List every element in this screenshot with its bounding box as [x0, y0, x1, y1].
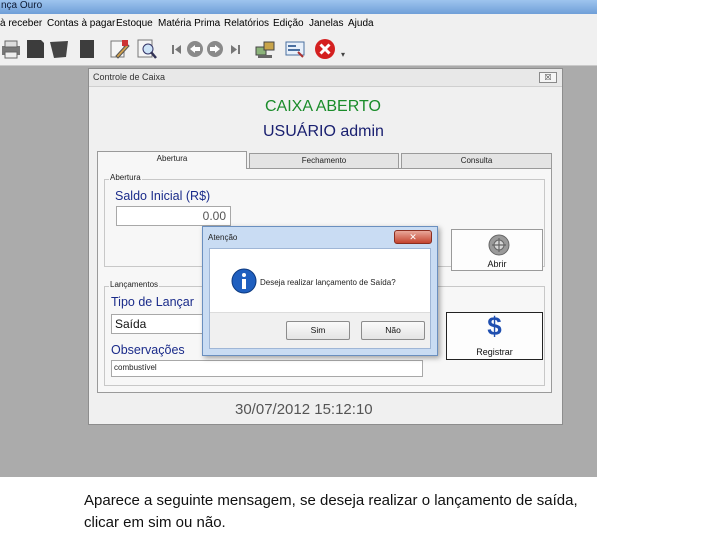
group-lancamentos-label: Lançamentos [109, 280, 160, 289]
observacoes-label: Observações [111, 343, 185, 357]
dialog-footer: Sim Não [210, 312, 430, 348]
edit-pencil-icon[interactable] [108, 38, 130, 60]
nao-button[interactable]: Não [361, 321, 425, 340]
saldo-inicial-label: Saldo Inicial (R$) [115, 189, 211, 203]
tipo-lancamento-value: Saída [115, 317, 147, 331]
toolbar: ▾ [0, 34, 597, 66]
menu-bar: à receber Contas à pagar Estoque Matéria… [0, 14, 597, 34]
window-titlebar: Controle de Caixa ☒ [89, 69, 562, 87]
abrir-label: Abrir [487, 259, 507, 269]
observacoes-value: combustível [114, 363, 157, 372]
tab-consulta[interactable]: Consulta [401, 153, 552, 169]
atencao-dialog: Atenção ✕ Deseja realizar lançamento de … [202, 226, 438, 356]
tab-strip: Abertura Fechamento Consulta [97, 151, 552, 169]
search-document-icon[interactable] [136, 38, 158, 60]
toolbar-overflow-icon[interactable]: ▾ [341, 50, 345, 59]
sim-button[interactable]: Sim [286, 321, 350, 340]
menu-janelas[interactable]: Janelas [309, 18, 343, 29]
caption-text: Aparece a seguinte mensagem, se deseja r… [84, 492, 578, 531]
app-title: nça Ouro [1, 0, 43, 11]
window-close-button[interactable]: ☒ [539, 72, 557, 83]
printer-icon[interactable] [0, 38, 22, 60]
menu-estoque[interactable]: Estoque [116, 18, 153, 29]
app-titlebar: nça Ouro [0, 0, 597, 14]
abrir-button[interactable]: Abrir [451, 229, 543, 271]
tipo-lancamento-label: Tipo de Lançar [111, 295, 194, 309]
window-title: Controle de Caixa [93, 72, 166, 82]
menu-contas-pagar[interactable]: Contas à pagar [47, 18, 115, 29]
menu-edicao[interactable]: Edição [273, 18, 304, 29]
app-screen: nça Ouro à receber Contas à pagar Estoqu… [0, 0, 597, 477]
nav-last-icon[interactable] [224, 38, 246, 60]
nav-next-icon[interactable] [204, 38, 226, 60]
close-red-icon[interactable] [314, 38, 336, 60]
computers-icon[interactable] [254, 38, 276, 60]
book-icon[interactable] [76, 38, 98, 60]
saldo-inicial-value: 0.00 [202, 209, 226, 223]
group-abertura-label: Abertura [109, 173, 142, 182]
caixa-user: USUÁRIO admin [263, 123, 384, 140]
tab-abertura[interactable]: Abertura [97, 151, 247, 169]
observacoes-input[interactable]: combustível [111, 360, 423, 377]
form-icon[interactable] [284, 38, 306, 60]
tipo-lancamento-select[interactable]: Saída [111, 314, 211, 334]
menu-ajuda[interactable]: Ajuda [348, 18, 374, 29]
safe-icon [488, 234, 510, 256]
dialog-body: Deseja realizar lançamento de Saída? Sim… [209, 248, 431, 349]
dollar-icon: $ [487, 311, 502, 341]
caixa-status: CAIXA ABERTO [265, 98, 381, 115]
dialog-message: Deseja realizar lançamento de Saída? [260, 278, 396, 287]
registrar-button[interactable]: $ Registrar [446, 311, 543, 360]
info-icon [231, 268, 257, 294]
registrar-label: Registrar [476, 347, 513, 357]
dialog-close-button[interactable]: ✕ [394, 230, 432, 244]
menu-materia-prima[interactable]: Matéria Prima [158, 18, 220, 29]
menu-relatorios[interactable]: Relatórios [224, 18, 269, 29]
dialog-title: Atenção [208, 233, 238, 242]
saldo-inicial-input[interactable]: 0.00 [116, 206, 231, 226]
menu-contas-receber[interactable]: à receber [0, 18, 42, 29]
document-icon[interactable] [24, 38, 46, 60]
nav-prev-icon[interactable] [184, 38, 206, 60]
people-icon[interactable] [48, 38, 70, 60]
datetime-display: 30/07/2012 15:12:10 [235, 401, 373, 418]
tab-fechamento[interactable]: Fechamento [249, 153, 399, 169]
